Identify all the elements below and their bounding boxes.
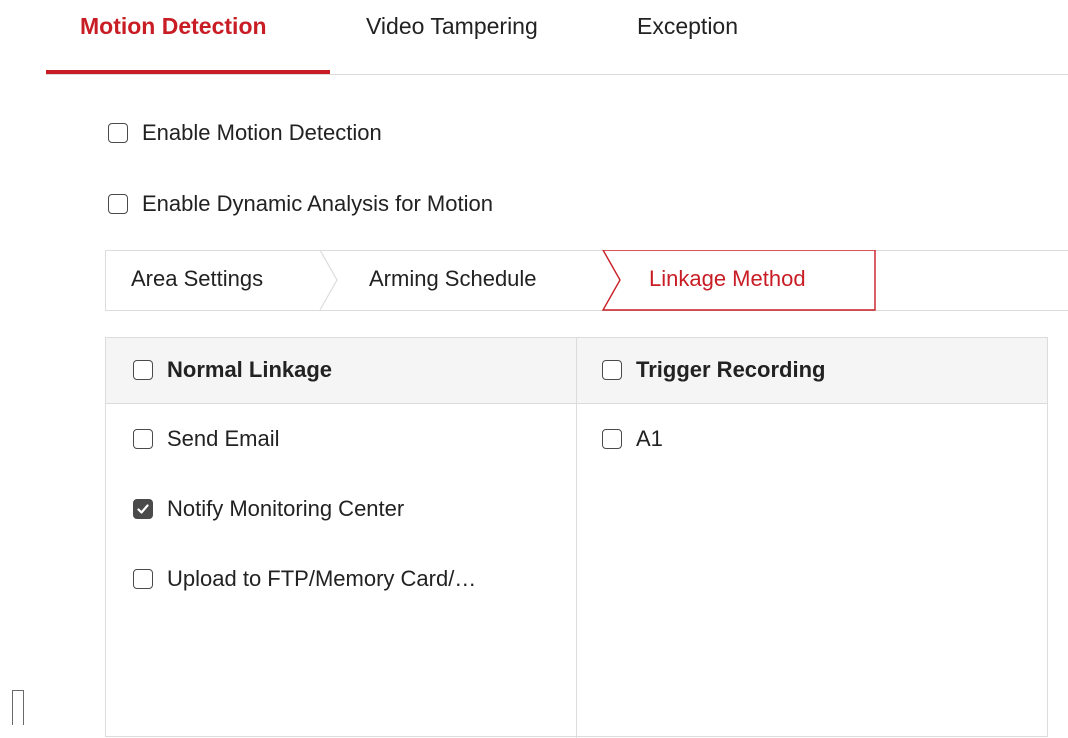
tab-video-tampering[interactable]: Video Tampering <box>366 13 538 40</box>
upload-ftp-label: Upload to FTP/Memory Card/… <box>167 566 477 591</box>
send-email-label: Send Email <box>167 426 280 451</box>
top-tab-bar: Motion Detection Video Tampering Excepti… <box>46 0 1068 75</box>
enable-motion-detection-label: Enable Motion Detection <box>142 120 382 145</box>
trigger-recording-a1-label: A1 <box>636 426 663 451</box>
checkmark-icon <box>137 504 149 514</box>
send-email-option[interactable]: Send Email <box>133 426 280 452</box>
sub-tab-bar: Area Settings Arming Schedule Linkage Me… <box>105 250 1068 312</box>
send-email-checkbox[interactable] <box>133 429 153 449</box>
normal-linkage-label: Normal Linkage <box>167 357 333 382</box>
linkage-table: Normal Linkage Trigger Recording Send Em… <box>105 337 1048 738</box>
normal-linkage-checkbox[interactable] <box>133 360 153 380</box>
notify-monitoring-center-checkbox[interactable] <box>133 499 153 519</box>
trigger-recording-header[interactable]: Trigger Recording <box>602 357 825 383</box>
trigger-recording-checkbox[interactable] <box>602 360 622 380</box>
trigger-recording-a1-checkbox[interactable] <box>602 429 622 449</box>
enable-dynamic-analysis-option[interactable]: Enable Dynamic Analysis for Motion <box>108 191 493 217</box>
tab-motion-detection[interactable]: Motion Detection <box>80 13 267 40</box>
enable-motion-detection-checkbox[interactable] <box>108 123 128 143</box>
sub-tab-arming-schedule[interactable]: Arming Schedule <box>369 266 537 292</box>
active-tab-indicator <box>46 70 330 74</box>
upload-ftp-checkbox[interactable] <box>133 569 153 589</box>
enable-motion-detection-option[interactable]: Enable Motion Detection <box>108 120 382 146</box>
enable-dynamic-analysis-checkbox[interactable] <box>108 194 128 214</box>
notify-monitoring-center-option[interactable]: Notify Monitoring Center <box>133 496 404 522</box>
scroll-stub <box>12 690 24 725</box>
enable-dynamic-analysis-label: Enable Dynamic Analysis for Motion <box>142 191 493 216</box>
notify-monitoring-center-label: Notify Monitoring Center <box>167 496 405 521</box>
sub-tab-area-settings[interactable]: Area Settings <box>131 266 263 292</box>
trigger-recording-label: Trigger Recording <box>636 357 826 382</box>
normal-linkage-header[interactable]: Normal Linkage <box>133 357 332 383</box>
upload-ftp-option[interactable]: Upload to FTP/Memory Card/… <box>133 566 476 592</box>
tab-exception[interactable]: Exception <box>637 13 738 40</box>
sub-tab-linkage-method[interactable]: Linkage Method <box>649 266 806 292</box>
trigger-recording-a1-option[interactable]: A1 <box>602 426 663 452</box>
column-divider <box>576 338 577 738</box>
